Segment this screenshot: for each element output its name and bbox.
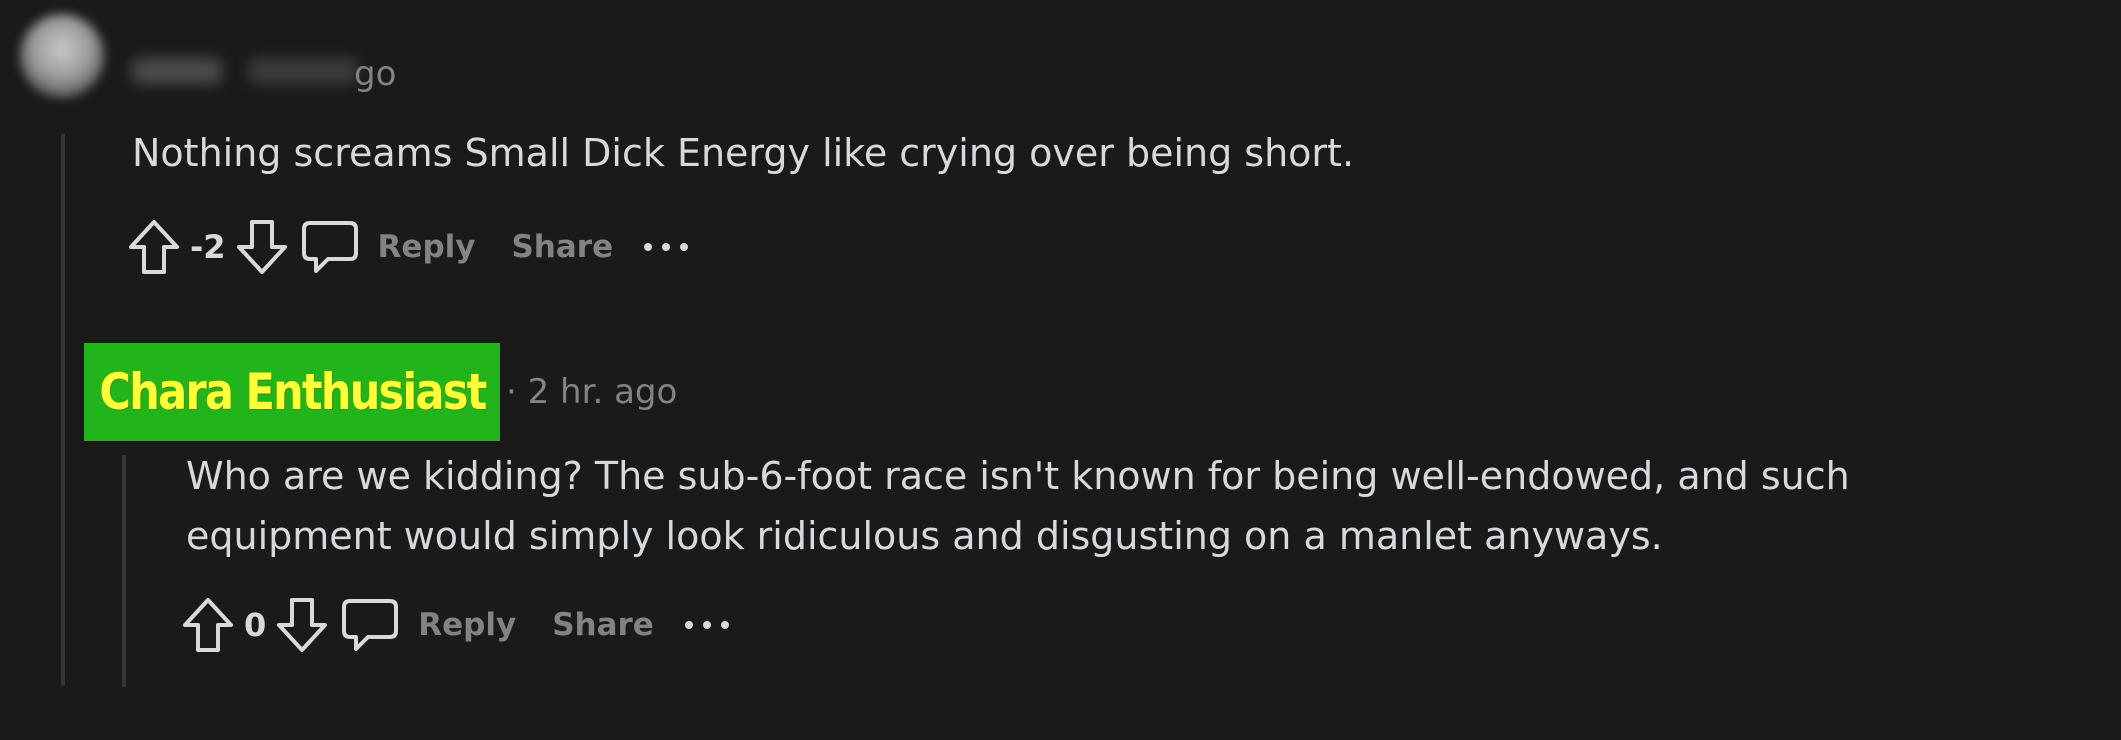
thread-line[interactable] — [61, 134, 65, 686]
upvote-icon — [183, 598, 233, 652]
comment-timestamp: · 2 hr. ago — [506, 372, 678, 412]
comment-icon — [301, 221, 358, 273]
downvote-button[interactable] — [272, 592, 332, 658]
vote-score: -2 — [190, 228, 226, 266]
reply-button-label[interactable]: Reply — [368, 229, 494, 265]
reply-button[interactable] — [332, 592, 408, 658]
more-button[interactable] — [672, 592, 742, 658]
upvote-button[interactable] — [178, 592, 238, 658]
upvote-button[interactable] — [124, 214, 184, 280]
comment-body-line: equipment would simply look ridiculous a… — [186, 514, 1663, 558]
user-flair[interactable]: Chara Enthusiast — [84, 343, 500, 441]
more-icon — [684, 621, 729, 629]
comment-action-bar: -2 Reply Share — [124, 214, 701, 280]
reply-button-label[interactable]: Reply — [408, 607, 534, 643]
comment-body: Who are we kidding? The sub-6-foot race … — [186, 446, 2066, 566]
comment-body-line: Who are we kidding? The sub-6-foot race … — [186, 454, 1850, 498]
comment-timestamp: go — [354, 54, 397, 94]
comment-body: Nothing screams Small Dick Energy like c… — [132, 131, 1355, 175]
blurred-timestamp — [248, 58, 358, 84]
more-icon — [644, 243, 689, 251]
upvote-icon — [129, 220, 179, 274]
blurred-username[interactable] — [132, 58, 222, 84]
share-button[interactable]: Share — [493, 229, 631, 265]
avatar[interactable] — [20, 14, 104, 98]
downvote-icon — [236, 220, 287, 274]
thread-line[interactable] — [122, 455, 126, 687]
reply-button[interactable] — [292, 214, 368, 280]
flair-text: Chara Enthusiast — [98, 363, 487, 421]
downvote-icon — [277, 598, 328, 652]
more-button[interactable] — [631, 214, 701, 280]
comment-icon — [342, 599, 399, 651]
downvote-button[interactable] — [232, 214, 292, 280]
share-button[interactable]: Share — [534, 607, 672, 643]
comment-action-bar: 0 Reply Share — [178, 592, 742, 658]
vote-score: 0 — [244, 606, 267, 644]
